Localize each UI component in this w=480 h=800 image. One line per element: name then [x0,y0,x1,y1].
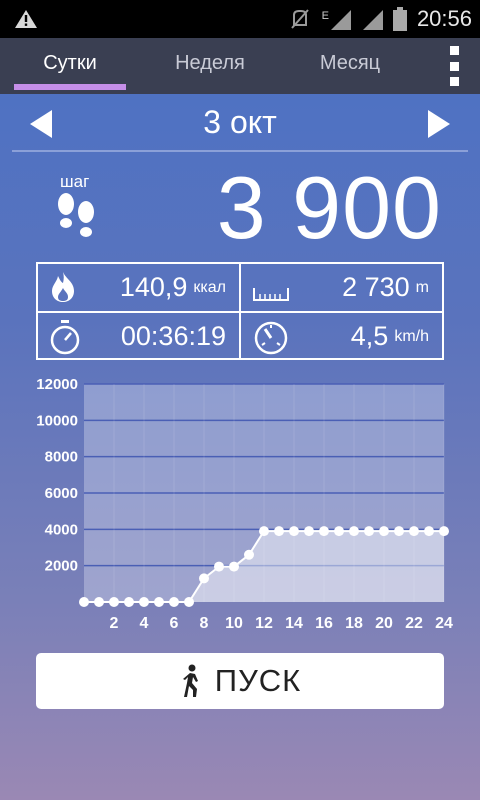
flame-icon [52,272,74,302]
calories-cell: 140,9 ккал [38,264,238,310]
steps-label: шаг [60,172,90,191]
steps-chart: 200040006000800010000120002 4 6 8 10 12 14 16 18… [36,376,453,632]
x-tick-label: 14 [285,615,303,632]
duration-cell: 00:36:19 [38,313,238,359]
status-bar: E 20:56 [0,0,480,38]
next-day-arrow-icon[interactable] [428,110,450,138]
y-tick-label: 4000 [45,521,78,538]
speed-cell: 4,5 km/h [241,313,441,359]
x-tick-label: 10 [225,615,243,632]
data-point [319,526,329,537]
data-point [169,597,179,607]
data-point [184,597,194,607]
footprints-icon [58,193,94,237]
date-navigator: 3 окт [0,98,480,152]
duration-value: 00:36:19 [120,321,226,351]
data-point [229,561,239,572]
data-point [379,526,389,537]
start-button[interactable]: ПУСК [36,653,444,709]
y-tick-label: 6000 [45,485,78,502]
steps-count: 3 900 [216,158,442,257]
x-tick-label: 12 [255,615,273,632]
data-point [409,526,419,537]
overflow-menu-icon[interactable] [446,46,462,86]
tab-week[interactable]: Неделя [150,38,270,94]
x-tick-label: 20 [375,615,393,632]
speed-value: 4,5 [350,321,389,351]
data-point [334,526,344,537]
distance-value: 2 730 [342,272,410,302]
battery-icon [392,7,407,31]
x-tick-label: 4 [140,615,149,632]
data-point [154,597,164,607]
stopwatch-icon [50,320,80,355]
data-point [349,526,359,537]
ruler-icon [253,288,289,301]
calories-unit: ккал [193,279,226,296]
y-tick-label: 12000 [36,376,78,393]
status-clock: 20:56 [416,6,472,31]
signal-icon [330,10,351,30]
x-tick-label: 22 [405,615,423,632]
data-point [199,573,209,584]
speed-unit: km/h [394,328,429,345]
x-tick-label: 18 [345,615,363,632]
data-point [274,526,284,537]
speedometer-icon [254,321,288,355]
y-tick-label: 10000 [36,412,78,429]
x-tick-label: 6 [170,615,179,632]
mute-icon [290,9,309,29]
current-date: 3 окт [203,104,277,140]
network-type-label: E [321,10,329,22]
x-tick-label: 24 [435,615,453,632]
data-point [364,526,374,537]
data-point [289,526,299,537]
y-tick-label: 8000 [45,449,78,466]
data-point [439,526,449,537]
tab-month[interactable]: Месяц [290,38,410,94]
distance-cell: 2 730 m [241,264,441,310]
warning-icon [15,10,37,28]
distance-unit: m [415,279,429,296]
calories-value: 140,9 [119,272,188,302]
data-point [214,561,224,572]
active-tab-indicator [14,84,126,90]
data-point [124,597,134,607]
x-tick-label: 2 [110,615,119,632]
data-point [259,526,269,537]
walking-person-icon [182,664,198,697]
signal-icon-2 [362,10,383,30]
data-point [394,526,404,537]
data-point [424,526,434,537]
data-point [304,526,314,537]
x-tick-label: 8 [200,615,209,632]
divider [12,150,468,152]
data-point [79,597,89,607]
start-button-label: ПУСК [214,663,302,698]
data-point [139,597,149,607]
data-point [109,597,119,607]
data-point [94,597,104,607]
data-point [244,549,254,560]
stats-grid: 140,9 ккал 2 730 m 00:36:19 4,5 km/h [36,262,444,360]
x-tick-label: 16 [315,615,333,632]
y-tick-label: 2000 [45,558,78,575]
